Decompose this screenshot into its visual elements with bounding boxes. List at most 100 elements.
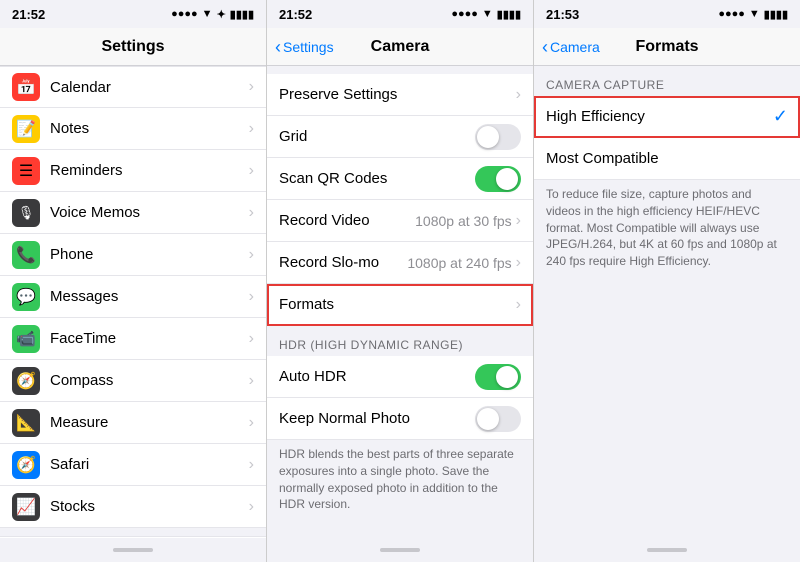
sidebar-item-stocks[interactable]: 📈 Stocks ›	[0, 486, 266, 528]
wifi-icon-2: ▼	[482, 8, 493, 20]
stocks-icon: 📈	[12, 493, 40, 521]
wifi-icon-1: ▼	[202, 8, 213, 20]
safari-icon: 🧭	[12, 451, 40, 479]
record-slomo-value: 1080p at 240 fps	[407, 255, 511, 271]
back-chevron-3: ‹	[542, 38, 548, 56]
nav-title-3: Formats	[635, 38, 698, 56]
section-group-media: ♪ Music › 🌄 Photos › 📷 Camera › 🎮 Game C…	[0, 536, 266, 538]
formats-row[interactable]: Formats ›	[267, 284, 533, 326]
sidebar-item-voice-memos[interactable]: 🎙 Voice Memos ›	[0, 192, 266, 234]
record-slomo-label: Record Slo-mo	[279, 254, 407, 271]
compass-label: Compass	[50, 372, 249, 389]
bluetooth-icon-1: ✦	[217, 8, 226, 21]
most-compatible-option[interactable]: Most Compatible	[534, 138, 800, 180]
auto-hdr-toggle[interactable]	[475, 364, 521, 390]
status-bar-1: 21:52 ●●●● ▼ ✦ ▮▮▮▮	[0, 0, 266, 28]
status-bar-2: 21:52 ●●●● ▼ ▮▮▮▮	[267, 0, 533, 28]
grid-label: Grid	[279, 128, 475, 145]
nav-bar-1: Settings	[0, 28, 266, 66]
formats-list[interactable]: CAMERA CAPTURE High Efficiency ✓ Most Co…	[534, 66, 800, 538]
section-separator-1	[0, 528, 266, 536]
nav-bar-3: ‹ Camera Formats	[534, 28, 800, 66]
panel-formats: 21:53 ●●●● ▼ ▮▮▮▮ ‹ Camera Formats CAMER…	[534, 0, 800, 562]
status-time-1: 21:52	[12, 7, 45, 22]
scan-qr-label: Scan QR Codes	[279, 170, 475, 187]
sidebar-item-reminders[interactable]: ☰ Reminders ›	[0, 150, 266, 192]
sidebar-item-safari[interactable]: 🧭 Safari ›	[0, 444, 266, 486]
stocks-label: Stocks	[50, 498, 249, 515]
chevron-measure: ›	[249, 414, 254, 432]
scan-qr-row[interactable]: Scan QR Codes	[267, 158, 533, 200]
status-time-2: 21:52	[279, 7, 312, 22]
preserve-settings-label: Preserve Settings	[279, 86, 516, 103]
back-label-2: Settings	[283, 39, 334, 55]
chevron-preserve: ›	[516, 86, 521, 104]
panel-camera-settings: 21:52 ●●●● ▼ ▮▮▮▮ ‹ Settings Camera Pres…	[267, 0, 534, 562]
scan-qr-toggle[interactable]	[475, 166, 521, 192]
messages-label: Messages	[50, 288, 249, 305]
most-compatible-label: Most Compatible	[546, 150, 788, 167]
status-icons-3: ●●●● ▼ ▮▮▮▮	[718, 8, 788, 21]
nav-bar-2: ‹ Settings Camera	[267, 28, 533, 66]
messages-icon: 💬	[12, 283, 40, 311]
sidebar-item-compass[interactable]: 🧭 Compass ›	[0, 360, 266, 402]
scroll-bar-1	[113, 548, 153, 552]
signal-icon-2: ●●●●	[451, 8, 478, 20]
measure-label: Measure	[50, 414, 249, 431]
battery-icon-3: ▮▮▮▮	[764, 8, 788, 21]
record-slomo-row[interactable]: Record Slo-mo 1080p at 240 fps ›	[267, 242, 533, 284]
nav-back-2[interactable]: ‹ Settings	[275, 38, 334, 56]
record-video-row[interactable]: Record Video 1080p at 30 fps ›	[267, 200, 533, 242]
battery-icon-2: ▮▮▮▮	[497, 8, 521, 21]
nav-title-1: Settings	[101, 38, 164, 56]
hdr-spacer	[267, 326, 533, 334]
high-efficiency-option[interactable]: High Efficiency ✓	[534, 96, 800, 138]
keep-normal-photo-row[interactable]: Keep Normal Photo	[267, 398, 533, 440]
scan-qr-toggle-knob	[496, 168, 518, 190]
high-efficiency-label: High Efficiency	[546, 108, 773, 125]
sidebar-item-facetime[interactable]: 📹 FaceTime ›	[0, 318, 266, 360]
grid-row[interactable]: Grid	[267, 116, 533, 158]
auto-hdr-row[interactable]: Auto HDR	[267, 356, 533, 398]
safari-label: Safari	[50, 456, 249, 473]
record-video-label: Record Video	[279, 212, 415, 229]
sidebar-item-messages[interactable]: 💬 Messages ›	[0, 276, 266, 318]
battery-icon-1: ▮▮▮▮	[230, 8, 254, 21]
scroll-bar-3	[647, 548, 687, 552]
sidebar-item-phone[interactable]: 📞 Phone ›	[0, 234, 266, 276]
sidebar-item-music[interactable]: ♪ Music ›	[0, 536, 266, 538]
auto-hdr-label: Auto HDR	[279, 368, 475, 385]
measure-icon: 📐	[12, 409, 40, 437]
section-group-apps: 📅 Calendar › 📝 Notes › ☰ Reminders › 🎙 V…	[0, 66, 266, 528]
calendar-label: Calendar	[50, 79, 249, 96]
nav-title-2: Camera	[371, 38, 430, 56]
scroll-indicator-1	[0, 538, 266, 562]
keep-normal-toggle[interactable]	[475, 406, 521, 432]
scroll-bar-2	[380, 548, 420, 552]
chevron-reminders: ›	[249, 162, 254, 180]
chevron-compass: ›	[249, 372, 254, 390]
status-bar-3: 21:53 ●●●● ▼ ▮▮▮▮	[534, 0, 800, 28]
sidebar-item-measure[interactable]: 📐 Measure ›	[0, 402, 266, 444]
phone-icon: 📞	[12, 241, 40, 269]
formats-label: Formats	[279, 296, 516, 313]
grid-toggle[interactable]	[475, 124, 521, 150]
voice-memos-icon: 🎙	[12, 199, 40, 227]
formats-top-spacer	[534, 66, 800, 74]
preserve-settings-row[interactable]: Preserve Settings ›	[267, 74, 533, 116]
settings-list-1[interactable]: 📅 Calendar › 📝 Notes › ☰ Reminders › 🎙 V…	[0, 66, 266, 538]
compass-icon: 🧭	[12, 367, 40, 395]
top-spacer-2	[267, 66, 533, 74]
keep-normal-photo-label: Keep Normal Photo	[279, 410, 475, 427]
sidebar-item-calendar[interactable]: 📅 Calendar ›	[0, 66, 266, 108]
sidebar-item-notes[interactable]: 📝 Notes ›	[0, 108, 266, 150]
chevron-voice-memos: ›	[249, 204, 254, 222]
nav-back-3[interactable]: ‹ Camera	[542, 38, 600, 56]
scroll-indicator-3	[534, 538, 800, 562]
chevron-calendar: ›	[249, 78, 254, 96]
camera-settings-list[interactable]: Preserve Settings › Grid Scan QR Codes R…	[267, 66, 533, 538]
hdr-section-header: HDR (HIGH DYNAMIC RANGE)	[267, 334, 533, 356]
chevron-notes: ›	[249, 120, 254, 138]
chevron-record-video: ›	[516, 212, 521, 230]
chevron-messages: ›	[249, 288, 254, 306]
